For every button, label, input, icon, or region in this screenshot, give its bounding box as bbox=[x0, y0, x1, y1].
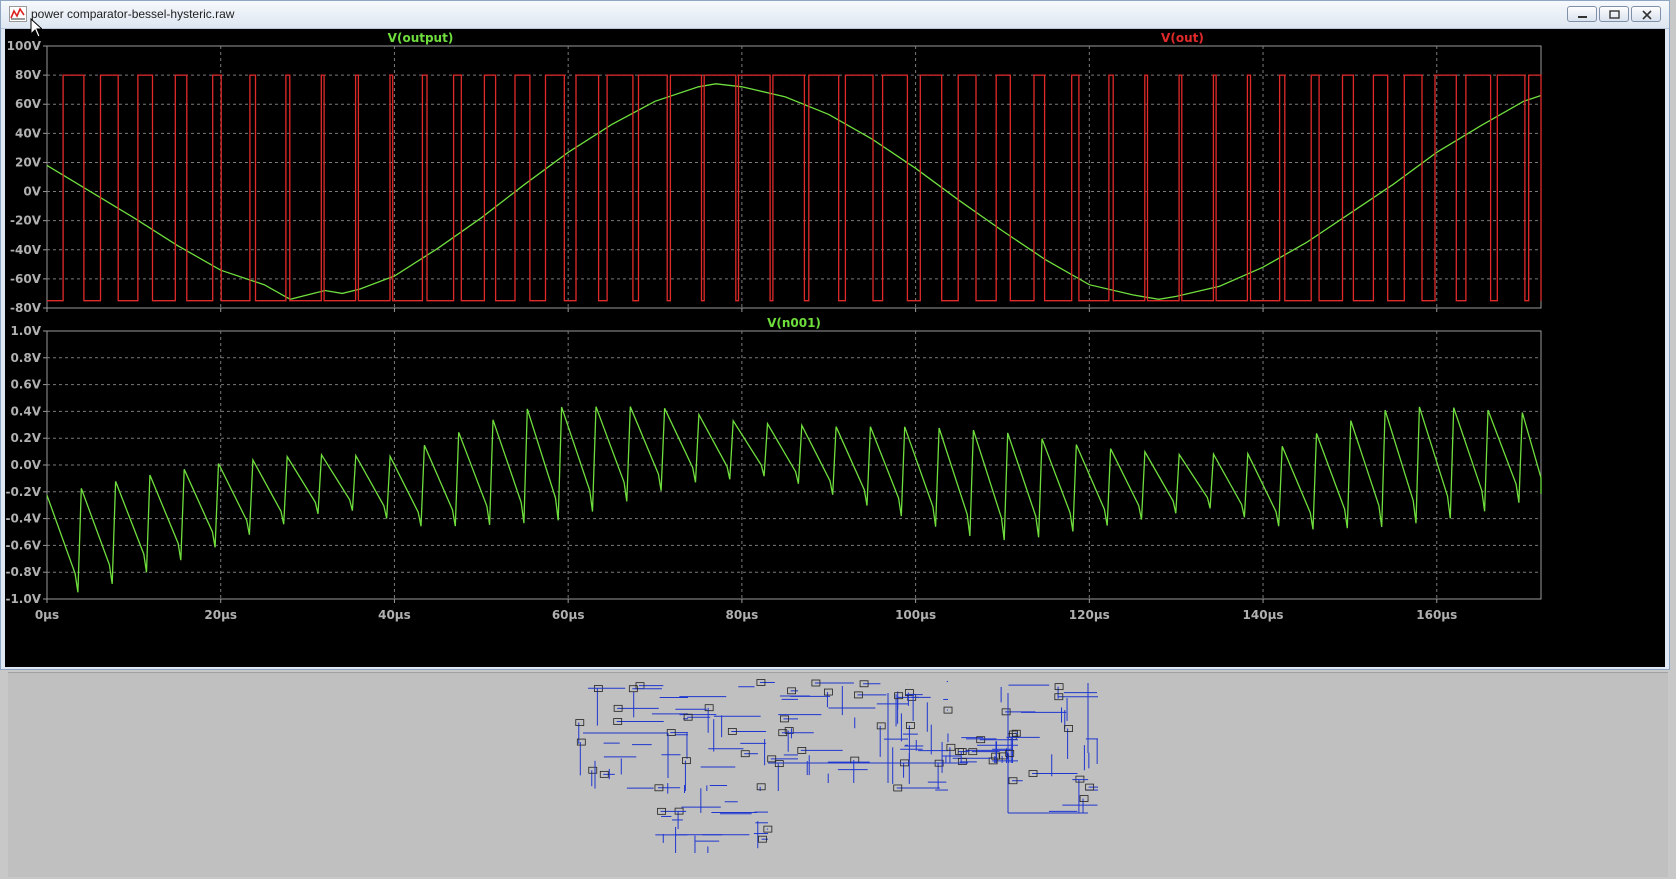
maximize-icon bbox=[1609, 10, 1620, 19]
close-button[interactable] bbox=[1631, 6, 1661, 22]
y-tick-label: 20V bbox=[15, 155, 42, 169]
waveform-app-icon[interactable] bbox=[9, 6, 27, 22]
waveform-viewer-window: power comparator-bessel-hysteric.raw -80… bbox=[0, 0, 1670, 670]
trace-legend-voutput: V(output) bbox=[388, 31, 454, 45]
schematic-component bbox=[1064, 725, 1074, 732]
y-tick-label: -20V bbox=[10, 214, 42, 228]
window-title: power comparator-bessel-hysteric.raw bbox=[31, 7, 235, 21]
schematic-component bbox=[1054, 683, 1064, 691]
x-tick-label: 40µs bbox=[378, 608, 411, 622]
plot-panel-2: -1.0V -0.8V -0.6V -0.4V -0.2V 0.0V 0.2V 0.4V 0.6… bbox=[5, 316, 1542, 622]
schematic-view[interactable] bbox=[8, 672, 1668, 877]
y-tick-label: 0.4V bbox=[10, 404, 41, 418]
y-tick-label: -0.6V bbox=[5, 538, 41, 552]
schematic-component bbox=[905, 722, 915, 729]
circuit-schematic-drawing[interactable] bbox=[8, 673, 1668, 877]
waveform-plot-area[interactable]: -80V -60V -40V -20V 0V 20V 40V 60V 80V 100V V(outp… bbox=[5, 29, 1665, 667]
x-tick-label: 20µs bbox=[204, 608, 237, 622]
x-tick-label: 100µs bbox=[895, 608, 936, 622]
x-tick-label: 140µs bbox=[1243, 608, 1284, 622]
y-tick-label: 0.8V bbox=[10, 351, 41, 365]
y-tick-label: 1.0V bbox=[10, 324, 41, 338]
minimize-icon bbox=[1578, 16, 1587, 18]
trace-legend-vout: V(out) bbox=[1161, 31, 1204, 45]
trace-legend-vn001: V(n001) bbox=[767, 316, 821, 330]
trace-vout bbox=[47, 74, 1542, 302]
y-tick-label: -0.8V bbox=[5, 565, 41, 579]
y-tick-label: -40V bbox=[10, 243, 42, 257]
y-tick-label: -1.0V bbox=[5, 592, 41, 606]
mouse-pointer-icon bbox=[30, 17, 44, 42]
y-tick-label: 0.6V bbox=[10, 378, 41, 392]
y-tick-label: 0V bbox=[23, 185, 41, 199]
waveform-plots[interactable]: -80V-60V-40V-20V0V20V40V60V80V100VV(outp… bbox=[5, 29, 1665, 667]
y-tick-label: -0.4V bbox=[5, 512, 41, 526]
x-tick-label: 120µs bbox=[1069, 608, 1110, 622]
y-tick-label: -0.2V bbox=[5, 485, 41, 499]
schematic-component bbox=[682, 757, 691, 765]
trace-vn001 bbox=[46, 406, 1542, 593]
y-tick-label: 40V bbox=[15, 126, 42, 140]
minimize-button[interactable] bbox=[1567, 6, 1597, 22]
maximize-button[interactable] bbox=[1599, 6, 1629, 22]
x-tick-label: 60µs bbox=[552, 608, 585, 622]
schematic-component bbox=[575, 719, 585, 726]
x-tick-label: 80µs bbox=[726, 608, 759, 622]
schematic-component bbox=[943, 706, 953, 714]
schematic-component bbox=[756, 783, 766, 791]
schematic-component bbox=[824, 688, 833, 696]
close-icon bbox=[1642, 10, 1652, 20]
x-tick-label: 0µs bbox=[35, 608, 59, 622]
schematic-component bbox=[704, 704, 714, 712]
y-tick-label: 60V bbox=[15, 97, 42, 111]
y-tick-label: 0.2V bbox=[10, 431, 41, 445]
y-tick-label: -80V bbox=[10, 301, 42, 315]
y-tick-label: 80V bbox=[15, 68, 42, 82]
schematic-component bbox=[946, 743, 956, 751]
y-tick-label: 0.0V bbox=[10, 458, 41, 472]
schematic-component bbox=[876, 722, 886, 730]
y-tick-label: -60V bbox=[10, 272, 42, 286]
x-tick-label: 160µs bbox=[1416, 608, 1457, 622]
schematic-component bbox=[1079, 795, 1089, 802]
schematic-component bbox=[774, 760, 784, 768]
plot-panel-1: -80V-60V-40V-20V0V20V40V60V80V100VV(outp… bbox=[7, 31, 1542, 315]
plot-frame bbox=[46, 45, 1542, 309]
schematic-component bbox=[588, 766, 598, 774]
title-bar[interactable]: power comparator-bessel-hysteric.raw bbox=[1, 1, 1669, 29]
